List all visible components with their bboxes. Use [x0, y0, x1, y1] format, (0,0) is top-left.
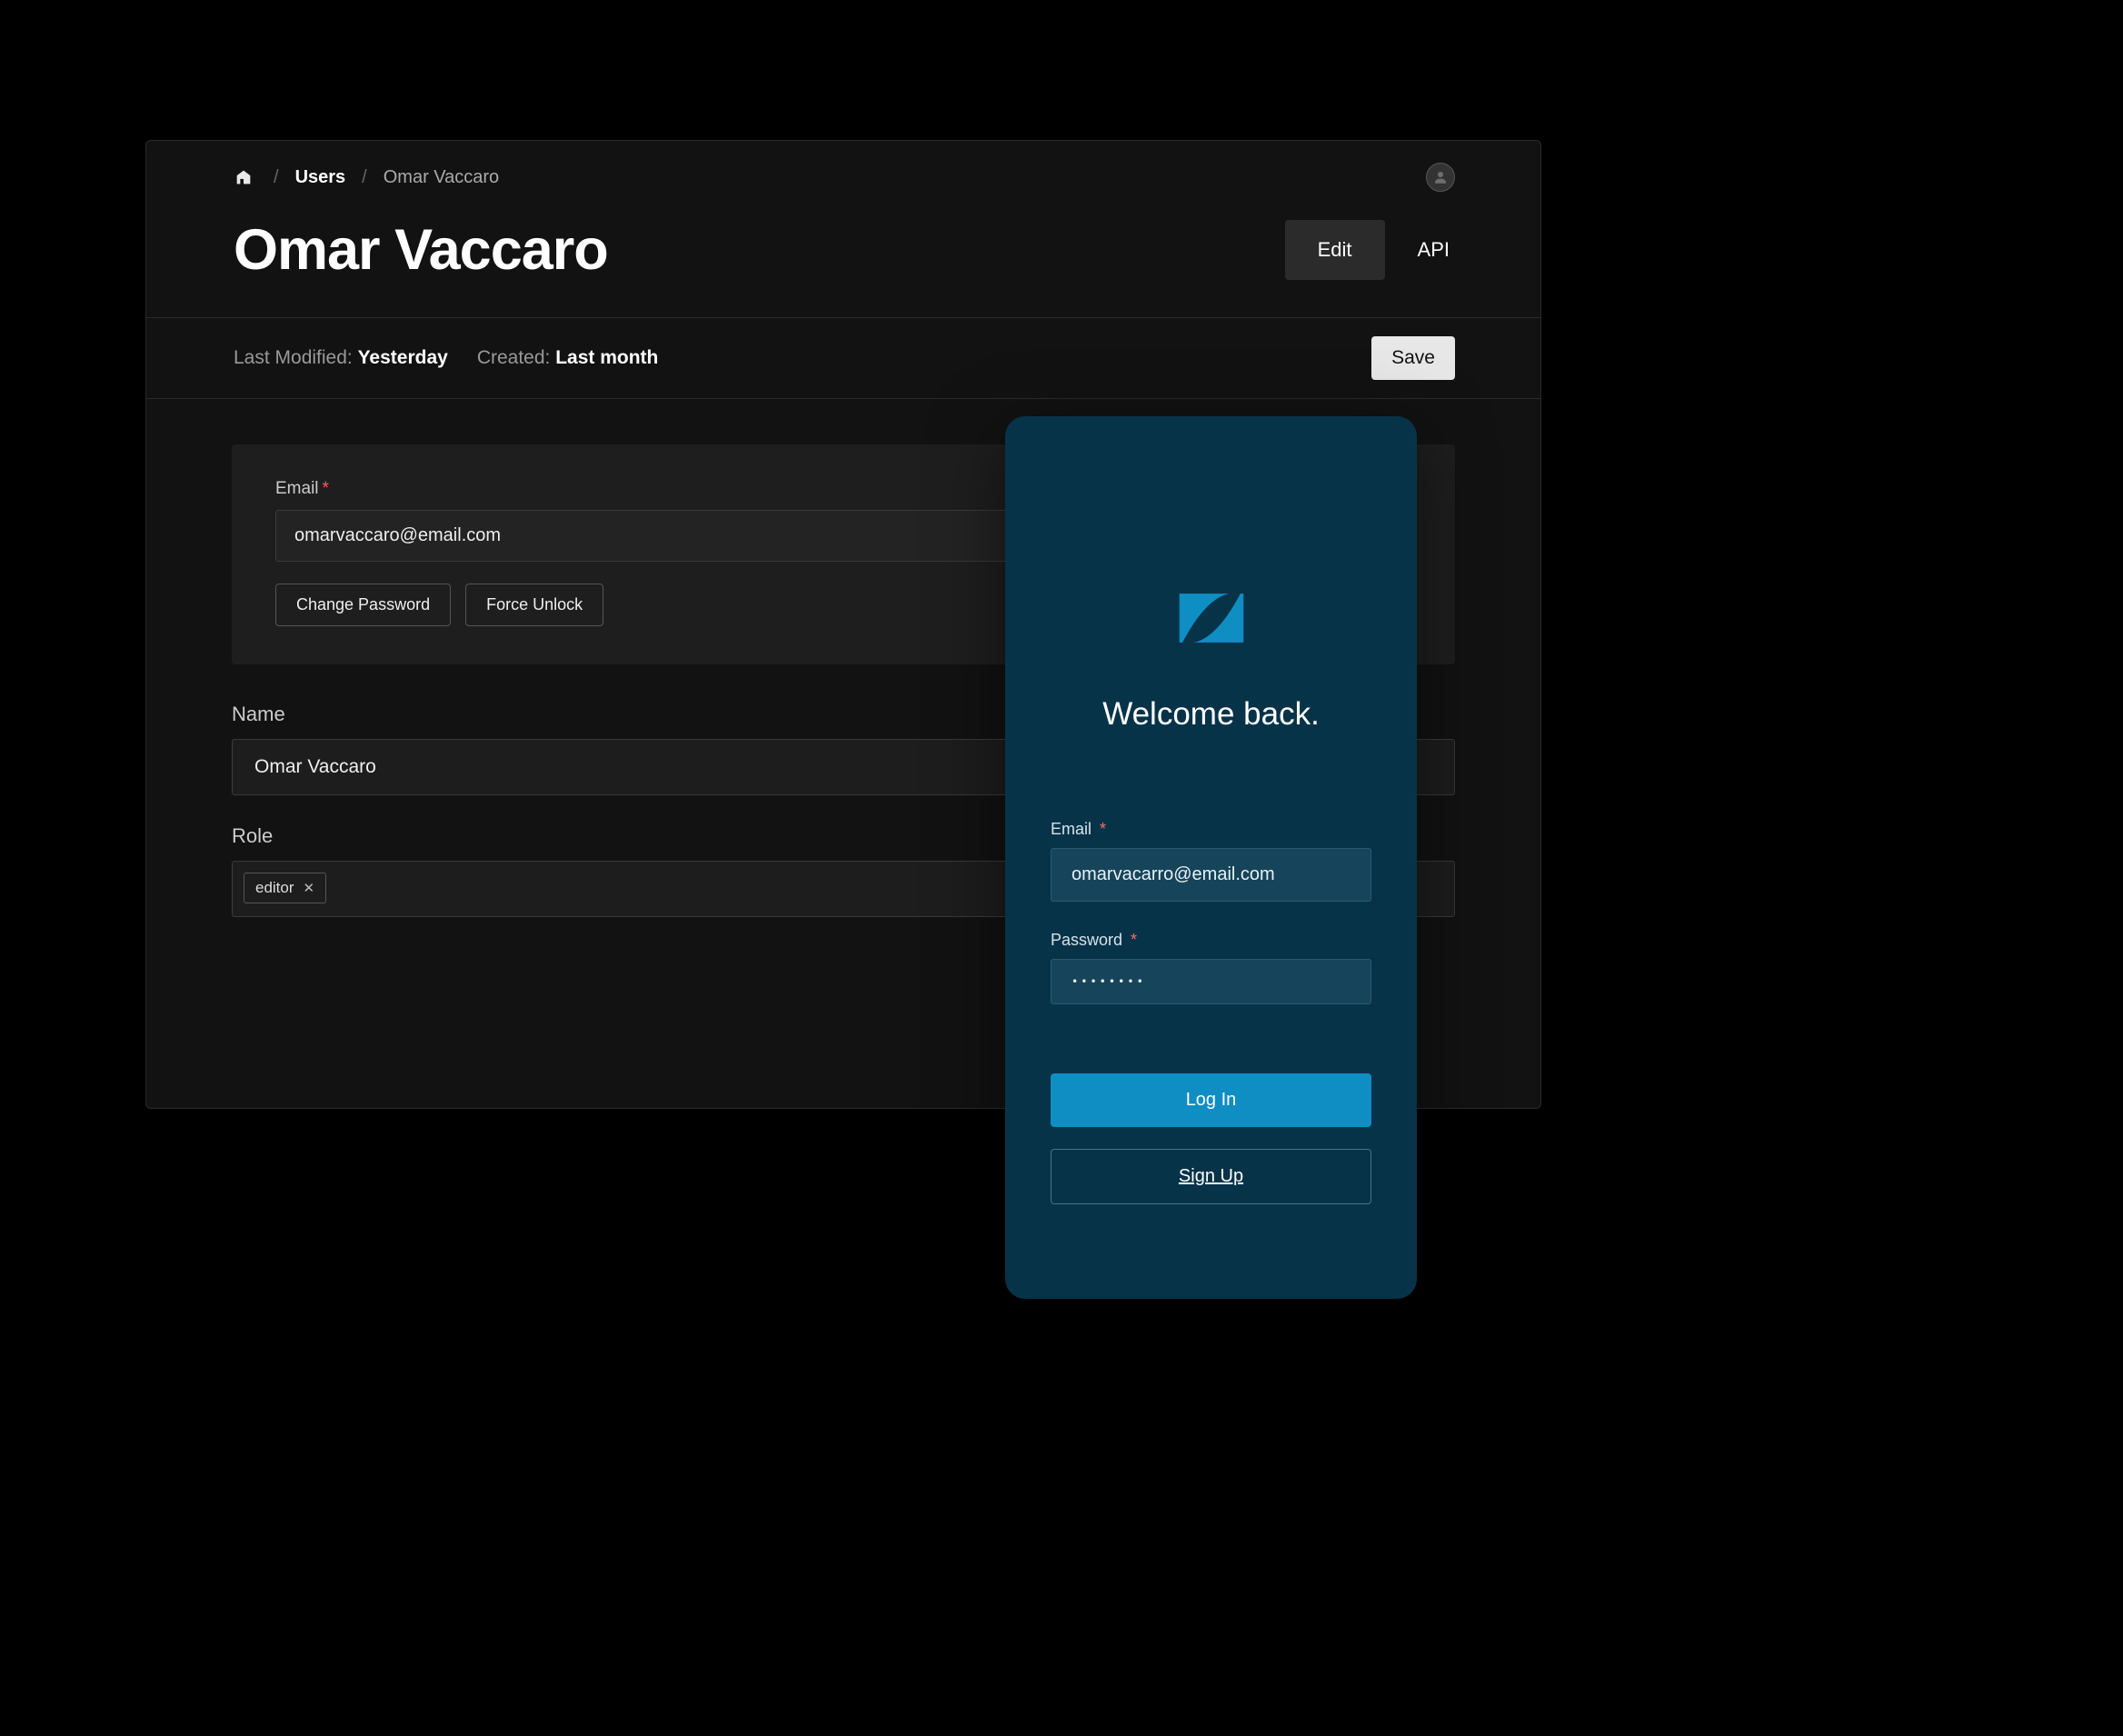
role-chip-label: editor [255, 879, 294, 897]
login-panel: Welcome back. Email * Password * Log In … [1005, 416, 1417, 1299]
app-logo-icon[interactable] [234, 167, 254, 187]
title-row: Omar Vaccaro Edit API [146, 192, 1540, 317]
required-asterisk: * [1100, 820, 1106, 838]
required-asterisk: * [323, 479, 329, 498]
last-modified: Last Modified: Yesterday [234, 347, 448, 369]
email-label-text: Email [275, 479, 319, 498]
login-email-label-text: Email [1051, 820, 1091, 838]
force-unlock-button[interactable]: Force Unlock [465, 584, 603, 626]
login-password-field[interactable] [1051, 959, 1371, 1004]
breadcrumb-sep: / [274, 167, 279, 188]
created-label: Created: [477, 347, 555, 368]
breadcrumb-sep: / [362, 167, 367, 188]
created: Created: Last month [477, 347, 659, 369]
tabs: Edit API [1285, 220, 1482, 280]
close-icon[interactable]: ✕ [304, 880, 315, 896]
login-email-label: Email * [1051, 820, 1371, 839]
created-value: Last month [555, 347, 658, 368]
last-modified-label: Last Modified: [234, 347, 358, 368]
page-title: Omar Vaccaro [234, 217, 608, 283]
meta-left: Last Modified: Yesterday Created: Last m… [234, 347, 658, 369]
last-modified-value: Yesterday [358, 347, 448, 368]
login-email-field[interactable] [1051, 848, 1371, 902]
tab-api[interactable]: API [1385, 220, 1482, 280]
breadcrumb: / Users / Omar Vaccaro [234, 167, 499, 188]
brand-logo-icon [1173, 580, 1250, 656]
role-chip[interactable]: editor ✕ [244, 873, 326, 903]
breadcrumb-current: Omar Vaccaro [384, 167, 499, 188]
required-asterisk: * [1131, 931, 1137, 949]
tab-edit[interactable]: Edit [1285, 220, 1385, 280]
meta-bar: Last Modified: Yesterday Created: Last m… [146, 317, 1540, 399]
login-password-label-text: Password [1051, 931, 1122, 949]
signup-button[interactable]: Sign Up [1051, 1149, 1371, 1204]
change-password-button[interactable]: Change Password [275, 584, 451, 626]
welcome-heading: Welcome back. [1051, 696, 1371, 733]
avatar[interactable] [1426, 163, 1455, 192]
login-password-label: Password * [1051, 931, 1371, 950]
breadcrumb-users[interactable]: Users [295, 167, 346, 188]
login-button[interactable]: Log In [1051, 1073, 1371, 1127]
save-button[interactable]: Save [1371, 336, 1455, 380]
admin-header: / Users / Omar Vaccaro [146, 141, 1540, 192]
